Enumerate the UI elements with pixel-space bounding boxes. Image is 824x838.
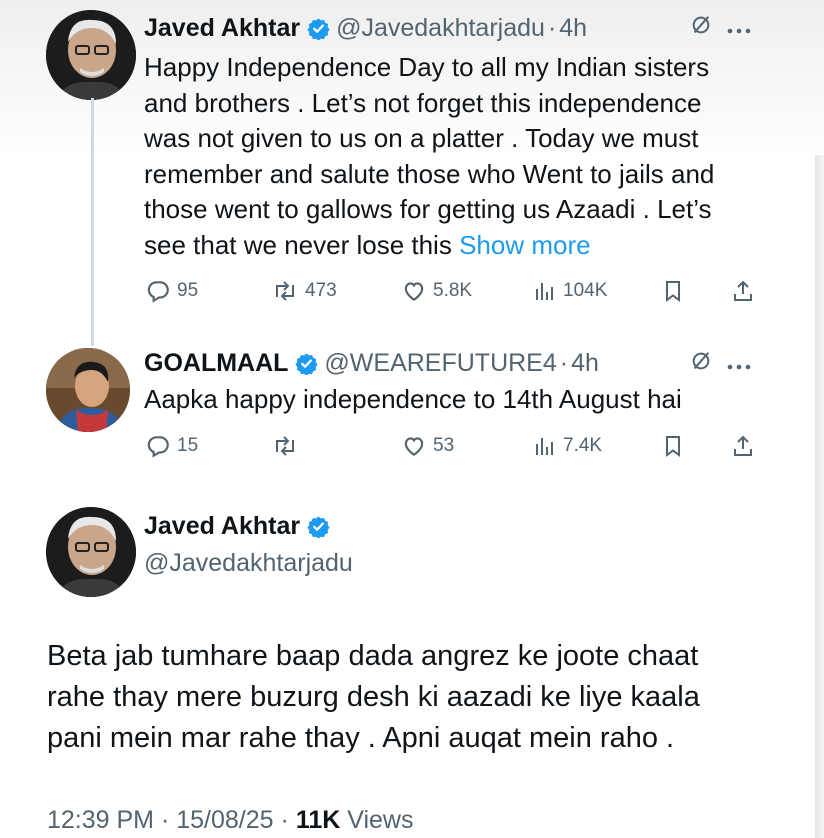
views-button[interactable]: 104K [533,279,607,303]
like-icon [401,433,427,459]
reply-icon [145,433,171,459]
reply-button[interactable]: 15 [145,433,198,459]
grok-icon[interactable] [690,350,712,378]
bookmark-button[interactable] [661,278,685,304]
reply-count: 15 [177,435,199,456]
like-count: 53 [433,435,455,456]
tweet-text-line: remember and salute those who Went to ja… [144,158,715,189]
more-icon[interactable] [726,15,752,41]
tweet-header: Javed Akhtar @Javedakhtarjadu · 4h [144,14,587,43]
share-icon [731,278,755,304]
tweet-text-line: pani mein mar rahe thay . Apni auqat mei… [47,722,675,754]
reply-count: 95 [177,280,199,301]
author-name[interactable]: GOALMAAL [144,349,288,378]
thread-line [91,98,94,346]
tweet-time[interactable]: 4h [559,14,587,43]
share-icon [731,433,755,459]
tweet-top-actions [690,14,752,42]
tweet-meta: 12:39 PM · 15/08/25 · 11K Views [47,806,414,835]
views-count: 104K [563,280,608,301]
reply-button[interactable]: 95 [145,278,198,304]
tweet-time[interactable]: 4h [571,349,599,378]
repost-button[interactable] [271,433,305,459]
tweet-text-line: see that we never lose this [144,229,452,260]
verified-badge-icon [307,17,330,41]
avatar[interactable] [46,507,136,597]
like-count: 5.8K [433,280,473,301]
like-button[interactable]: 5.8K [401,278,472,304]
tweet-actions: 15 53 7.4K [143,431,763,461]
separator-dot: · [559,349,569,377]
views-icon [533,279,557,303]
avatar[interactable] [46,348,130,432]
verified-badge-icon [295,352,319,376]
repost-button[interactable]: 473 [271,278,337,304]
views-count: 11K [295,806,341,834]
tweet-text-line: those went to gallows for getting us Aza… [144,194,712,224]
repost-count: 473 [305,280,337,301]
bookmark-icon [661,278,685,304]
tweet-text-line-last: see that we never lose this Show more [144,228,714,264]
views-icon [533,434,557,458]
author-handle[interactable]: @WEAREFUTURE4 [324,349,556,378]
bookmark-button[interactable] [661,433,685,459]
tweet-thread-screenshot: Javed Akhtar @Javedakhtarjadu · 4h Happy… [0,0,824,838]
share-button[interactable] [731,433,755,459]
tweet-text-line: Beta jab tumhare baap dada angrez ke joo… [47,640,699,672]
share-button[interactable] [731,278,755,304]
main-tweet-text: Beta jab tumhare baap dada angrez ke joo… [47,636,700,759]
tweet-text: Aapka happy independence to 14th August … [144,384,682,414]
like-icon [401,278,427,304]
main-author: Javed Akhtar @Javedakhtarjadu [144,512,353,578]
tweet-text-line: Happy Independence Day to all my Indian … [144,52,710,82]
author-handle[interactable]: @Javedakhtarjadu [144,549,353,578]
tweet-top-actions [690,350,752,378]
main-author-name-row: Javed Akhtar [144,512,353,541]
repost-icon [271,278,299,304]
tweet-text-line: and brothers . Let’s not forget this ind… [144,87,702,118]
tweet-text-line: rahe thay mere buzurg desh ki aazadi ke … [47,681,700,713]
tweet-header: GOALMAAL @WEAREFUTURE4 · 4h [144,349,599,378]
verified-badge-icon [307,515,330,539]
author-handle[interactable]: @Javedakhtarjadu [336,14,545,43]
tweet-text-line: was not given to us on a platter . Today… [144,123,699,153]
separator-dot: · [547,14,557,42]
views-label: Views [347,806,414,834]
repost-icon [271,433,299,459]
like-button[interactable]: 53 [401,433,454,459]
bookmark-icon [661,433,685,459]
separator-dot: · [160,806,170,834]
more-icon[interactable] [726,351,752,377]
avatar[interactable] [46,10,136,100]
post-time[interactable]: 12:39 PM [47,806,154,834]
reply-icon [145,278,171,304]
grok-icon[interactable] [690,14,712,42]
tweet-actions: 95 473 5.8K 104K [143,276,763,306]
tweet-text: Happy Independence Day to all my Indian … [144,50,714,263]
author-name[interactable]: Javed Akhtar [144,14,300,43]
post-date[interactable]: 15/08/25 [176,806,273,834]
author-name[interactable]: Javed Akhtar [144,512,300,541]
scrollbar[interactable] [815,155,824,838]
show-more-link[interactable]: Show more [459,230,591,260]
views-count: 7.4K [563,435,603,456]
views-button[interactable]: 7.4K [533,434,602,458]
separator-dot: · [280,806,289,834]
